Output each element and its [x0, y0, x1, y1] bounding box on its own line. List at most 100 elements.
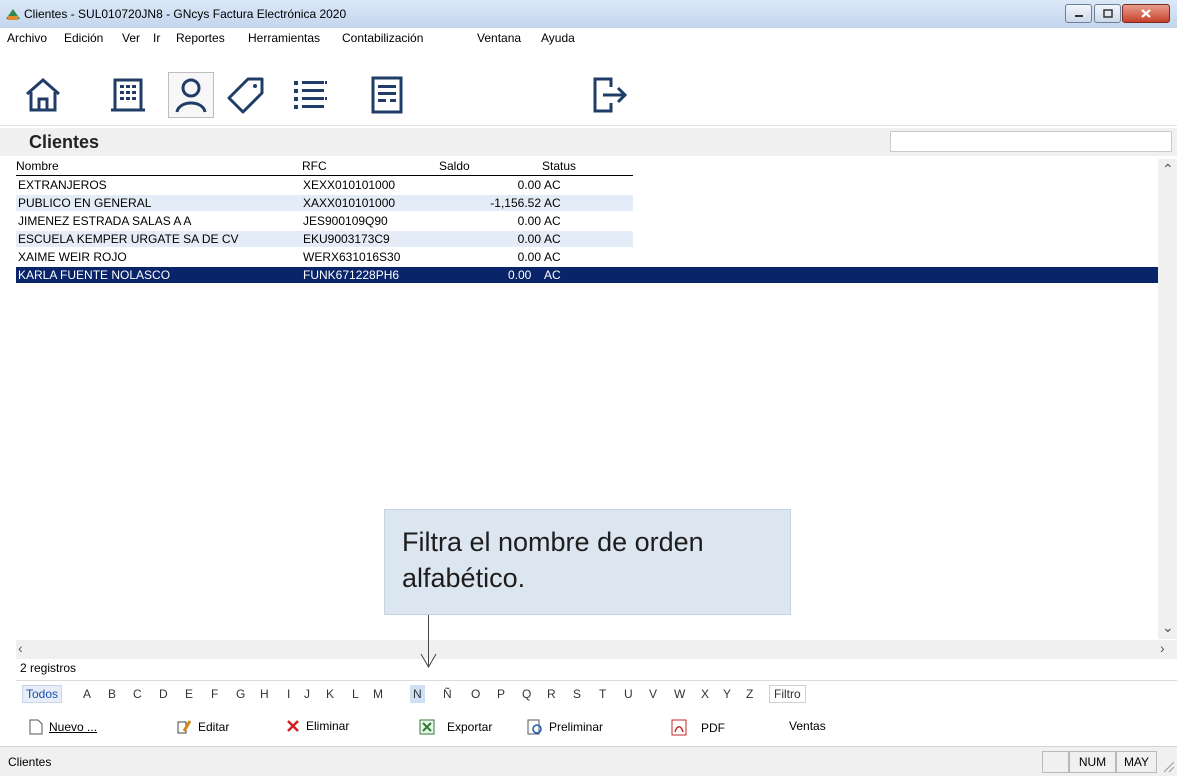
- menu-ventana[interactable]: Ventana: [477, 31, 521, 45]
- pdf-icon: [671, 719, 687, 736]
- status-bar: Clientes NUM MAY: [0, 746, 1177, 776]
- invoice-button[interactable]: [364, 72, 410, 118]
- maximize-icon: [1102, 9, 1113, 18]
- company-button[interactable]: [105, 72, 151, 118]
- menu-edicion[interactable]: Edición: [64, 31, 103, 45]
- letter-filter-x[interactable]: X: [701, 685, 709, 703]
- close-button[interactable]: [1122, 4, 1170, 23]
- preliminar-button[interactable]: Preliminar: [527, 719, 603, 735]
- letter-filter-i[interactable]: I: [287, 685, 290, 703]
- toolbar: [0, 48, 1177, 126]
- cell-saldo: -1,156.52: [490, 196, 541, 210]
- minimize-button[interactable]: [1065, 4, 1092, 23]
- exportar-button[interactable]: Exportar: [419, 719, 492, 735]
- menu-ir[interactable]: Ir: [153, 31, 160, 45]
- editar-button[interactable]: Editar: [176, 719, 229, 735]
- resize-grip-icon[interactable]: [1159, 757, 1175, 773]
- caps-lock-indicator: MAY: [1116, 751, 1157, 773]
- scroll-up-icon[interactable]: ⌃: [1162, 161, 1174, 178]
- pdf-button[interactable]: PDF: [671, 719, 725, 736]
- letter-filter-j[interactable]: J: [304, 685, 310, 703]
- status-pane-empty: [1042, 751, 1069, 773]
- editar-label: Editar: [198, 720, 230, 734]
- ventas-button[interactable]: Ventas: [789, 719, 826, 733]
- letter-filter-e[interactable]: E: [185, 685, 193, 703]
- clients-button[interactable]: [168, 72, 214, 118]
- letter-filter-q[interactable]: Q: [522, 685, 531, 703]
- letter-filter-todos[interactable]: Todos: [22, 685, 63, 703]
- letter-filter-enye[interactable]: Ñ: [443, 685, 452, 703]
- exit-button[interactable]: [586, 72, 632, 118]
- filter-button[interactable]: Filtro: [769, 685, 806, 703]
- scroll-right-icon[interactable]: ›: [1160, 640, 1165, 656]
- letter-filter-w[interactable]: W: [674, 685, 685, 703]
- column-header-rfc[interactable]: RFC: [302, 159, 327, 173]
- menu-contabilizacion[interactable]: Contabilización: [342, 31, 423, 45]
- page-title: Clientes: [29, 132, 100, 152]
- scroll-down-icon[interactable]: ⌄: [1162, 619, 1174, 636]
- cell-status: AC: [544, 250, 561, 264]
- letter-filter-u[interactable]: U: [624, 685, 633, 703]
- table-row[interactable]: ESCUELA KEMPER URGATE SA DE CV EKU900317…: [16, 231, 633, 247]
- home-button[interactable]: [20, 72, 66, 118]
- status-text: Clientes: [8, 755, 52, 769]
- letter-filter-v[interactable]: V: [649, 685, 657, 703]
- search-input[interactable]: [890, 131, 1172, 152]
- letter-filter-n[interactable]: N: [410, 685, 425, 703]
- list-button[interactable]: [287, 72, 333, 118]
- action-bar: Nuevo ... Editar Eliminar Exportar Preli…: [0, 713, 1177, 741]
- letter-filter-b[interactable]: B: [108, 685, 116, 703]
- letter-filter-l[interactable]: L: [352, 685, 359, 703]
- cell-saldo: 0.00: [508, 268, 532, 282]
- letter-filter-t[interactable]: T: [599, 685, 606, 703]
- vertical-scrollbar[interactable]: ⌃ ⌄: [1158, 159, 1177, 639]
- table-row-selected[interactable]: KARLA FUENTE NOLASCO FUNK671228PH6 0.00 …: [16, 267, 1158, 283]
- column-header-status[interactable]: Status: [542, 159, 576, 173]
- menu-reportes[interactable]: Reportes: [176, 31, 225, 45]
- cell-saldo: 0.00: [517, 178, 541, 192]
- menu-archivo[interactable]: Archivo: [7, 31, 47, 45]
- menu-ver[interactable]: Ver: [122, 31, 140, 45]
- letter-filter-r[interactable]: R: [547, 685, 556, 703]
- nuevo-label: Nuevo ...: [49, 720, 98, 734]
- nuevo-button[interactable]: Nuevo ...: [29, 719, 97, 735]
- menu-herramientas[interactable]: Herramientas: [248, 31, 320, 45]
- menu-ayuda[interactable]: Ayuda: [541, 31, 575, 45]
- cell-nombre: JIMENEZ ESTRADA SALAS A A: [18, 214, 192, 228]
- print-preview-icon: [527, 719, 542, 735]
- scroll-left-icon[interactable]: ‹: [18, 640, 23, 656]
- table-row[interactable]: JIMENEZ ESTRADA SALAS A A JES900109Q90 0…: [16, 213, 633, 229]
- delete-icon: [287, 720, 299, 732]
- letter-filter-k[interactable]: K: [326, 685, 334, 703]
- letter-filter-s[interactable]: S: [573, 685, 581, 703]
- eliminar-button[interactable]: Eliminar: [286, 719, 349, 733]
- letter-filter-g[interactable]: G: [236, 685, 245, 703]
- cell-rfc: JES900109Q90: [303, 214, 388, 228]
- letter-filter-y[interactable]: Y: [723, 685, 731, 703]
- cell-rfc: WERX631016S30: [303, 250, 401, 264]
- letter-filter-c[interactable]: C: [133, 685, 142, 703]
- header-divider: [16, 175, 633, 176]
- table-row[interactable]: PUBLICO EN GENERAL XAXX010101000 -1,156.…: [16, 195, 633, 211]
- letter-filter-a[interactable]: A: [83, 685, 91, 703]
- letter-filter-z[interactable]: Z: [746, 685, 753, 703]
- letter-filter-h[interactable]: H: [260, 685, 269, 703]
- letter-filter-o[interactable]: O: [471, 685, 480, 703]
- table-row[interactable]: EXTRANJEROS XEXX010101000 0.00 AC: [16, 177, 633, 193]
- cell-rfc: EKU9003173C9: [303, 232, 390, 246]
- letter-filter-f[interactable]: F: [211, 685, 218, 703]
- letter-filter-p[interactable]: P: [497, 685, 505, 703]
- letter-filter-d[interactable]: D: [159, 685, 168, 703]
- menu-bar: Archivo Edición Ver Ir Reportes Herramie…: [0, 28, 1177, 48]
- list-icon: [294, 81, 327, 109]
- letter-filter-m[interactable]: M: [373, 685, 383, 703]
- app-icon: [6, 9, 20, 20]
- horizontal-scrollbar[interactable]: ‹ ›: [16, 640, 1177, 659]
- maximize-button[interactable]: [1094, 4, 1121, 23]
- products-button[interactable]: [223, 72, 269, 118]
- table-row[interactable]: XAIME WEIR ROJO WERX631016S30 0.00 AC: [16, 249, 633, 265]
- tag-icon: [227, 77, 264, 114]
- exit-icon: [593, 77, 628, 113]
- column-header-saldo[interactable]: Saldo: [439, 159, 470, 173]
- column-header-nombre[interactable]: Nombre: [16, 159, 59, 173]
